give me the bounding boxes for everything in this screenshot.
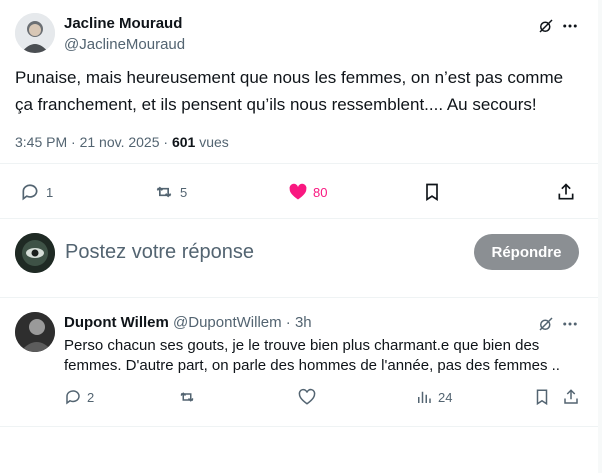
more-icon[interactable] bbox=[560, 16, 580, 36]
reply-views-count: 24 bbox=[438, 389, 453, 405]
author-name[interactable]: Jacline Mouraud bbox=[64, 15, 182, 32]
reply-text-line-2: femmes. D'autre part, on parle des homme… bbox=[64, 357, 560, 374]
reply-icon bbox=[20, 182, 40, 202]
grok-icon[interactable] bbox=[536, 16, 556, 36]
post-text-line-2: ça franchement, et ils pensent qu’ils no… bbox=[15, 95, 537, 114]
reply-age[interactable]: 3h bbox=[295, 314, 312, 331]
author-avatar[interactable] bbox=[15, 13, 55, 53]
share-icon[interactable] bbox=[556, 182, 576, 202]
like-icon bbox=[288, 182, 308, 202]
post-meta: 3:45 PM · 21 nov. 2025 · 601 vues bbox=[15, 134, 229, 150]
views-count: 601 bbox=[171, 134, 196, 150]
author-avatar-image bbox=[15, 13, 55, 53]
reply-count: 1 bbox=[46, 184, 54, 200]
reply-author-handle[interactable]: @DupontWillem bbox=[173, 314, 282, 331]
author-handle[interactable]: @JaclineMouraud bbox=[64, 36, 185, 53]
reply-grok-icon[interactable] bbox=[536, 314, 556, 334]
reply-views-action[interactable]: 24 bbox=[415, 388, 452, 406]
reply-author-name[interactable]: Dupont Willem bbox=[64, 314, 169, 331]
reply-reply-action[interactable]: 2 bbox=[64, 388, 94, 406]
reply-input[interactable]: Postez votre réponse bbox=[65, 241, 254, 264]
composer-avatar[interactable] bbox=[15, 233, 55, 273]
like-count: 80 bbox=[313, 184, 328, 200]
divider-actions bbox=[0, 218, 598, 219]
reply-avatar-image bbox=[15, 312, 55, 352]
views-icon bbox=[415, 388, 433, 406]
reply-author-avatar[interactable] bbox=[15, 312, 55, 352]
divider-top bbox=[0, 163, 598, 164]
reply-bookmark-icon[interactable] bbox=[533, 388, 551, 406]
reply-header: Dupont Willem @DupontWillem · 3h bbox=[64, 314, 312, 331]
repost-count: 5 bbox=[180, 184, 188, 200]
post-text-line-1: Punaise, mais heureusement que nous les … bbox=[15, 68, 564, 87]
repost-action[interactable]: 5 bbox=[153, 182, 187, 202]
views-label: vues bbox=[195, 134, 229, 150]
scrollbar[interactable] bbox=[598, 0, 602, 473]
divider-bottom bbox=[0, 426, 598, 427]
composer-avatar-image bbox=[15, 233, 55, 273]
reply-reply-icon bbox=[64, 388, 82, 406]
like-action[interactable]: 80 bbox=[288, 182, 327, 202]
reply-more-icon[interactable] bbox=[560, 314, 580, 334]
reply-repost-icon[interactable] bbox=[177, 388, 197, 406]
reply-action[interactable]: 1 bbox=[20, 182, 53, 202]
reply-text-line-1: Perso chacun ses gouts, je le trouve bie… bbox=[64, 337, 540, 354]
reply-button[interactable]: Répondre bbox=[474, 234, 579, 270]
reply-like-icon[interactable] bbox=[298, 388, 316, 406]
reply-reply-count: 2 bbox=[87, 389, 95, 405]
reply-sep: · bbox=[281, 314, 295, 331]
repost-icon bbox=[153, 182, 175, 202]
bookmark-icon[interactable] bbox=[422, 182, 442, 202]
post-time[interactable]: 3:45 PM · 21 nov. 2025 · bbox=[15, 134, 172, 150]
reply-share-icon[interactable] bbox=[562, 388, 580, 406]
divider-composer bbox=[0, 297, 598, 298]
